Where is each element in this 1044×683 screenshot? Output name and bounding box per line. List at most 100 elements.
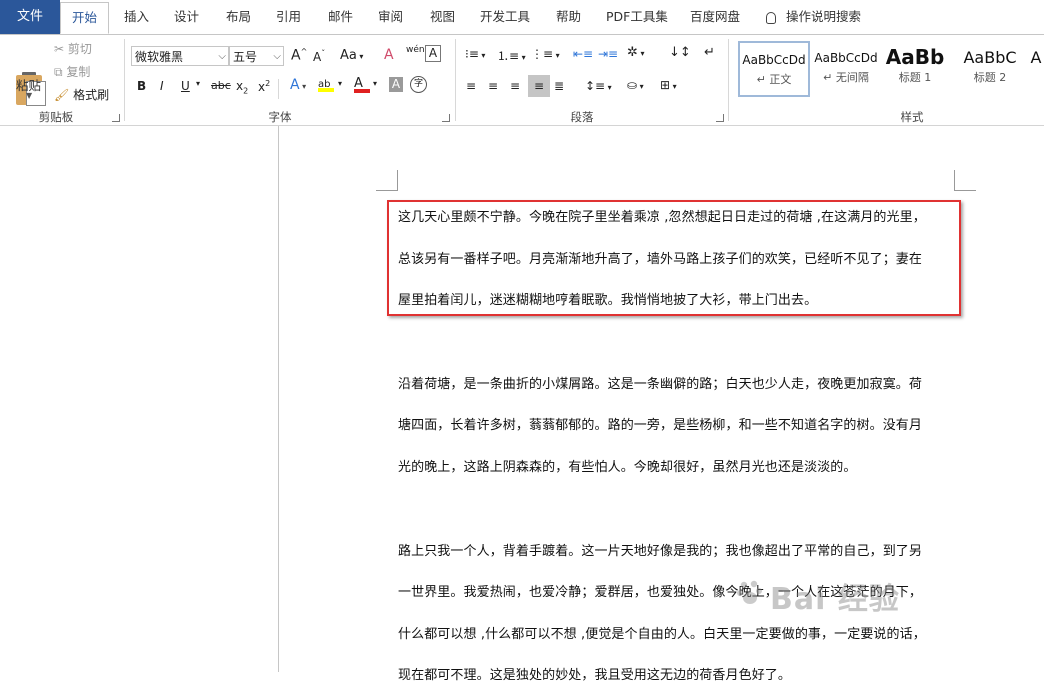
document-text-line[interactable]: 什么都可以想 ,什么都可以不想 ,便觉是个自由的人。白天里一定要做的事，一定要说… [398, 623, 926, 642]
tab-review[interactable]: 审阅 [378, 0, 403, 34]
underline-button[interactable]: U [181, 79, 190, 93]
chevron-down-icon[interactable]: ▾ [338, 79, 342, 88]
tab-pdf-tools[interactable]: PDF工具集 [606, 0, 668, 34]
group-divider [455, 39, 456, 121]
grow-font-icon: A [291, 47, 301, 64]
tell-me-search[interactable]: 操作说明搜索 [766, 0, 861, 34]
tab-mailings[interactable]: 邮件 [328, 0, 353, 34]
chevron-down-icon[interactable]: ▾ [373, 79, 377, 88]
format-painter-label: 格式刷 [73, 88, 110, 102]
style-name: 标题 1 [898, 71, 932, 84]
font-name-value: 微软雅黑 [135, 50, 184, 64]
copy-button[interactable]: ⧉ 复制 [54, 63, 90, 80]
grow-font-button[interactable]: A^ [291, 47, 307, 64]
tab-file[interactable]: 文件 [0, 0, 60, 34]
distributed-button[interactable]: ≣ [554, 79, 564, 93]
highlight-annotation-box [387, 200, 961, 316]
document-text-line[interactable]: 光的晚上，这路上阴森森的，有些怕人。今晚却很好，虽然月光也还是淡淡的。 [398, 456, 857, 475]
document-text-line[interactable]: 路上只我一个人，背着手踱着。这一片天地好像是我的；我也像超出了平常的自己，到了另 [398, 540, 922, 559]
tab-insert[interactable]: 插入 [124, 0, 149, 34]
show-formatting-button[interactable]: ↵ [704, 45, 715, 60]
subscript-button[interactable]: x2 [236, 79, 248, 95]
increase-indent-icon: ⇥≡ [598, 47, 619, 61]
asian-layout-icon: ✲ [627, 45, 638, 60]
style-heading-1[interactable]: AaBb 标题 1 [882, 41, 948, 97]
multilevel-list-button[interactable]: ⋮≡ ▾ [531, 47, 560, 61]
document-text-line[interactable]: 现在都可不理。这是独处的妙处，我且受用这无边的荷香月色好了。 [398, 664, 791, 683]
shrink-font-button[interactable]: Aˇ [313, 49, 325, 64]
styles-group-label: 样式 [900, 110, 924, 124]
char-shading-button[interactable]: A [389, 77, 403, 92]
char-border-icon: A [428, 46, 438, 60]
tab-home[interactable]: 开始 [60, 2, 110, 34]
font-name-select[interactable]: 微软雅黑 ⌵ [131, 46, 229, 66]
paragraph-launcher-icon[interactable] [716, 114, 724, 122]
sort-button[interactable]: ↓↕ [669, 45, 691, 60]
tab-layout[interactable]: 布局 [226, 0, 251, 34]
highlight-button[interactable]: ab [318, 76, 334, 92]
phonetic-guide-icon: wén [406, 45, 425, 55]
copy-label: 复制 [66, 65, 91, 79]
bullets-button[interactable]: ⁝≡ ▾ [465, 47, 485, 61]
align-center-button[interactable]: ≡ [488, 79, 498, 93]
tab-baidu-netdisk[interactable]: 百度网盘 [690, 0, 740, 34]
align-right-button[interactable]: ≡ [510, 79, 520, 93]
bold-button[interactable]: B [137, 79, 146, 93]
style-name: 标题 2 [973, 71, 1007, 84]
pane-divider[interactable] [278, 126, 279, 672]
text-effects-button[interactable]: A ▾ [290, 77, 306, 93]
font-size-select[interactable]: 五号 ⌵ [229, 46, 284, 66]
decrease-indent-icon: ⇤≡ [573, 47, 594, 61]
style-name-text: 无间隔 [835, 71, 869, 84]
phonetic-guide-button[interactable]: wén [406, 45, 425, 55]
style-heading-2[interactable]: AaBbC 标题 2 [954, 41, 1026, 97]
tab-developer[interactable]: 开发工具 [480, 0, 530, 34]
align-left-button[interactable]: ≡ [466, 79, 476, 93]
style-normal[interactable]: AaBbCcDd ↵ 正文 [738, 41, 810, 97]
style-sample: AaBbCcDd [742, 53, 806, 67]
group-divider [728, 39, 729, 121]
change-case-button[interactable]: Aa ▾ [340, 48, 363, 63]
font-group-label: 字体 [268, 110, 292, 124]
distributed-icon: ≣ [554, 79, 565, 93]
line-spacing-icon: ↕≡ [585, 79, 606, 93]
shading-button[interactable]: ⛀ ▾ [627, 78, 644, 92]
enclose-char-button[interactable]: 字 [410, 76, 427, 93]
align-right-icon: ≡ [510, 79, 521, 93]
style-title[interactable]: A [1028, 41, 1044, 97]
strikethrough-button[interactable]: abc [211, 79, 231, 92]
font-launcher-icon[interactable] [442, 114, 450, 122]
asian-layout-button[interactable]: ✲ ▾ [627, 45, 644, 60]
borders-button[interactable]: ⊞ ▾ [660, 78, 677, 92]
cut-button[interactable]: ✂ 剪切 [54, 40, 92, 57]
font-color-button[interactable]: A [354, 76, 370, 93]
numbering-button[interactable]: ⒈≡ ▾ [497, 47, 526, 64]
char-border-button[interactable]: A [425, 45, 441, 62]
style-sample: AaBbC [963, 48, 1017, 67]
chevron-down-icon[interactable]: ▾ [196, 79, 200, 88]
tab-help[interactable]: 帮助 [556, 0, 581, 34]
document-text-line[interactable]: 塘四面，长着许多树，蓊蓊郁郁的。路的一旁，是些杨柳，和一些不知道名字的树。没有月 [398, 414, 922, 433]
watermark-logo: Bai 经验 [770, 582, 900, 617]
tab-references[interactable]: 引用 [276, 0, 301, 34]
format-painter-button[interactable]: 🖌 格式刷 [54, 86, 109, 103]
justify-button[interactable]: ≡ [528, 75, 550, 97]
borders-icon: ⊞ [660, 78, 671, 92]
document-text-line[interactable]: 沿着荷塘，是一条曲折的小煤屑路。这是一条幽僻的路；白天也少人走，夜晚更加寂寞。荷 [398, 373, 922, 392]
clipboard-launcher-icon[interactable] [112, 114, 120, 122]
italic-button[interactable]: I [160, 79, 164, 93]
superscript-button[interactable]: x2 [258, 79, 270, 94]
decrease-indent-button[interactable]: ⇤≡ [573, 47, 593, 61]
paintbrush-icon: 🖌 [54, 88, 70, 102]
tab-view[interactable]: 视图 [430, 0, 455, 34]
tab-design[interactable]: 设计 [174, 0, 199, 34]
clear-formatting-button[interactable]: A [384, 47, 394, 63]
eraser-icon: A [384, 47, 394, 63]
style-name: ↵ 无间隔 [823, 71, 869, 84]
style-no-spacing[interactable]: AaBbCcDd ↵ 无间隔 [810, 41, 882, 97]
tell-me-label: 操作说明搜索 [786, 9, 862, 24]
align-left-icon: ≡ [466, 79, 477, 93]
increase-indent-button[interactable]: ⇥≡ [598, 47, 618, 61]
font-color-icon: A [354, 76, 363, 91]
line-spacing-button[interactable]: ↕≡ ▾ [585, 79, 612, 93]
